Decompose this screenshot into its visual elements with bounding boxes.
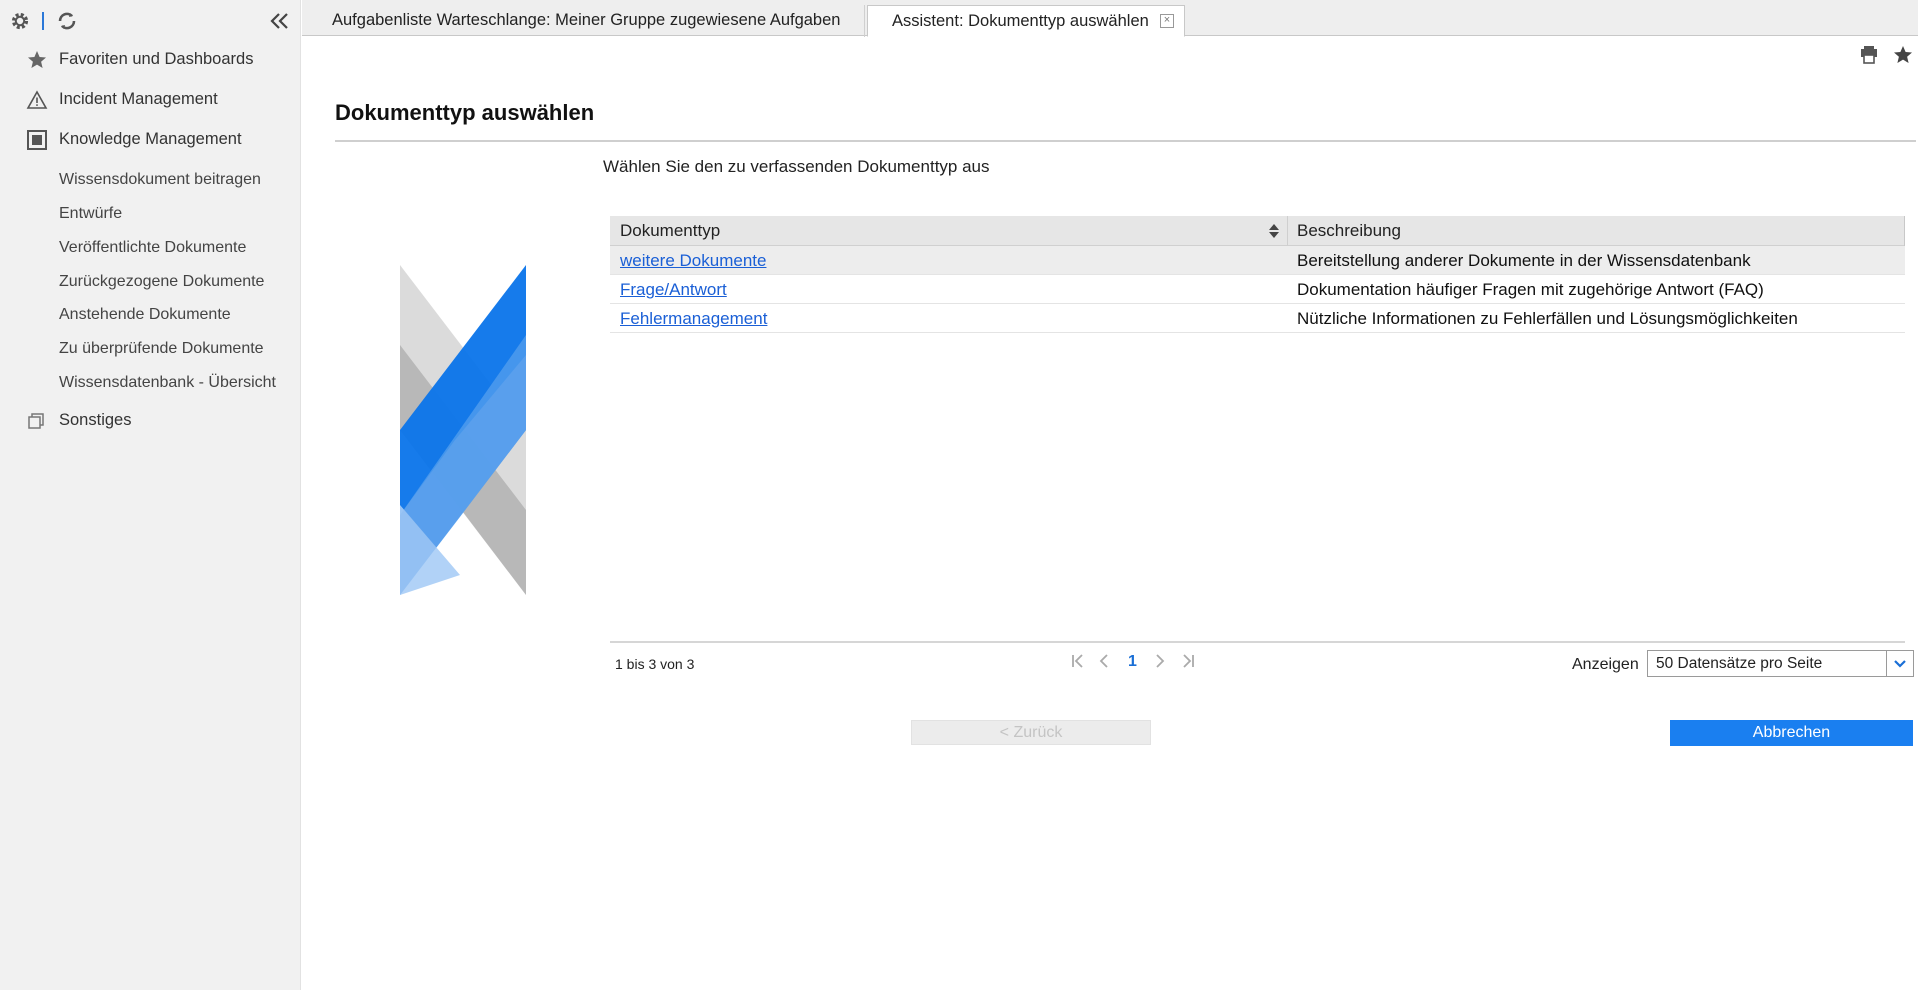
tab-label: Aufgabenliste Warteschlange: Meiner Grup… xyxy=(332,11,841,29)
document-type-link[interactable]: weitere Dokumente xyxy=(620,251,766,270)
pager-record-info: 1 bis 3 von 3 xyxy=(615,656,695,672)
column-divider[interactable] xyxy=(1287,216,1288,246)
page-subtitle: Wählen Sie den zu verfassenden Dokumentt… xyxy=(603,157,990,176)
sort-icon[interactable] xyxy=(1268,224,1280,238)
title-divider xyxy=(335,140,1916,142)
sidebar-subitem-review-documents[interactable]: Zu überprüfende Dokumente xyxy=(59,336,264,362)
description-cell: Nützliche Informationen zu Fehlerfällen … xyxy=(1297,309,1798,328)
sidebar-subitem-withdrawn-documents[interactable]: Zurückgezogene Dokumente xyxy=(59,269,264,295)
refresh-icon[interactable] xyxy=(55,9,79,33)
favorite-star-icon[interactable] xyxy=(1892,44,1914,66)
sidebar-subitem-contribute-document[interactable]: Wissensdokument beitragen xyxy=(59,167,261,193)
page-size-value: 50 Datensätze pro Seite xyxy=(1656,655,1823,672)
table-row[interactable]: Frage/Antwort Dokumentation häufiger Fra… xyxy=(610,275,1905,304)
tab-wizard-document-type[interactable]: Assistent: Dokumenttyp auswählen × xyxy=(867,5,1185,37)
sidebar-item-label: Incident Management xyxy=(59,89,218,108)
column-divider xyxy=(1904,216,1905,246)
description-cell: Bereitstellung anderer Dokumente in der … xyxy=(1297,251,1751,270)
toolbar-separator xyxy=(42,12,44,30)
current-page-number[interactable]: 1 xyxy=(1128,653,1137,671)
sidebar-item-label: Favoriten und Dashboards xyxy=(59,49,254,68)
sidebar-item-incident-management[interactable]: Incident Management xyxy=(0,81,301,117)
page-size-select[interactable]: 50 Datensätze pro Seite xyxy=(1647,650,1914,677)
sidebar-subitem-knowledgebase-overview[interactable]: Wissensdatenbank - Übersicht xyxy=(59,370,276,396)
previous-page-icon[interactable] xyxy=(1098,652,1110,675)
sidebar-subitem-pending-documents[interactable]: Anstehende Dokumente xyxy=(59,302,231,328)
wizard-logo-graphic xyxy=(400,265,526,595)
table-row[interactable]: Fehlermanagement Nützliche Informationen… xyxy=(610,304,1905,333)
knowledge-box-icon xyxy=(26,129,48,151)
column-header-description[interactable]: Beschreibung xyxy=(1297,216,1401,246)
tab-label: Assistent: Dokumenttyp auswählen xyxy=(892,12,1149,30)
document-type-link[interactable]: Frage/Antwort xyxy=(620,280,727,299)
document-type-table: Dokumenttyp Beschreibung weitere Dokumen… xyxy=(610,216,1905,333)
warning-triangle-icon xyxy=(26,89,48,111)
sidebar-item-favorites[interactable]: Favoriten und Dashboards xyxy=(0,41,301,77)
stacked-pages-icon xyxy=(26,410,48,432)
sidebar-toolbar xyxy=(0,0,301,42)
chevron-down-icon[interactable] xyxy=(1886,651,1913,676)
cancel-button[interactable]: Abbrechen xyxy=(1670,720,1913,746)
table-header: Dokumenttyp Beschreibung xyxy=(610,216,1905,246)
sidebar: Favoriten und Dashboards Incident Manage… xyxy=(0,0,301,990)
column-header-document-type[interactable]: Dokumenttyp xyxy=(620,216,720,246)
page-size-label: Anzeigen xyxy=(1572,656,1639,673)
last-page-icon[interactable] xyxy=(1180,652,1196,675)
sidebar-subitem-drafts[interactable]: Entwürfe xyxy=(59,201,122,227)
gear-icon[interactable] xyxy=(8,9,32,33)
sidebar-item-other[interactable]: Sonstiges xyxy=(0,402,301,438)
tab-task-queue[interactable]: Aufgabenliste Warteschlange: Meiner Grup… xyxy=(308,5,866,37)
tab-bar: Aufgabenliste Warteschlange: Meiner Grup… xyxy=(302,0,1918,37)
pager-divider xyxy=(610,641,1905,643)
sidebar-item-label: Knowledge Management xyxy=(59,129,242,148)
first-page-icon[interactable] xyxy=(1070,652,1086,675)
table-row[interactable]: weitere Dokumente Bereitstellung anderer… xyxy=(610,246,1905,275)
page-title: Dokumenttyp auswählen xyxy=(335,100,595,125)
description-cell: Dokumentation häufiger Fragen mit zugehö… xyxy=(1297,280,1764,299)
close-icon[interactable]: × xyxy=(1160,14,1174,28)
next-page-icon[interactable] xyxy=(1154,652,1166,675)
print-icon[interactable] xyxy=(1858,44,1880,66)
star-icon xyxy=(26,49,48,71)
sidebar-subitem-published-documents[interactable]: Veröffentlichte Dokumente xyxy=(59,235,246,261)
collapse-double-chevron-icon[interactable] xyxy=(268,9,292,33)
sidebar-item-knowledge-management[interactable]: Knowledge Management xyxy=(0,121,301,157)
sidebar-item-label: Sonstiges xyxy=(59,410,132,429)
back-button[interactable]: < Zurück xyxy=(911,720,1151,745)
document-type-link[interactable]: Fehlermanagement xyxy=(620,309,767,328)
